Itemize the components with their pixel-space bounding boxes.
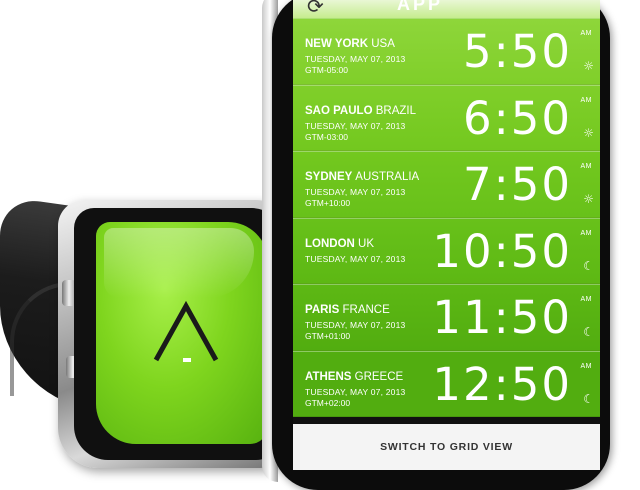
city-row[interactable]: PARIS FRANCE TUESDAY, MAY 07, 2013 GTM+01:… <box>293 284 600 351</box>
city-timezone: GTM+02:00 <box>305 397 351 408</box>
city-time: 12:50 <box>432 357 572 411</box>
city-date: TUESDAY, MAY 07, 2013 <box>305 187 406 197</box>
country-label: GREECE <box>354 370 404 383</box>
city-time: 5:50 <box>462 25 572 78</box>
city-list: NEW YORK USA TUESDAY, MAY 07, 2013 GTM-05:… <box>293 18 600 417</box>
city-date: TUESDAY, MAY 07, 2013 <box>305 120 406 131</box>
city-name: SAO PAULO BRAZIL <box>305 105 416 117</box>
moon-icon: ☾ <box>583 258 594 273</box>
city-time: 11:50 <box>432 291 572 344</box>
city-timezone: GTM+01:00 <box>305 331 351 341</box>
city-date: TUESDAY, MAY 07, 2013 <box>305 253 406 264</box>
city-row[interactable]: ATHENS GREECE TUESDAY, MAY 07, 2013 GTM+02… <box>293 350 600 417</box>
city-row[interactable]: NEW YORK USA TUESDAY, MAY 07, 2013 GTM-05:… <box>293 18 600 85</box>
city-name: ATHENS GREECE <box>305 371 403 383</box>
city-name: NEW YORK USA <box>305 38 395 50</box>
ampm-label: AM <box>580 362 592 370</box>
city-date: TUESDAY, MAY 07, 2013 <box>305 320 406 330</box>
city-label: NEW YORK <box>305 38 369 50</box>
country-label: AUSTRALIA <box>355 171 420 183</box>
city-label: PARIS <box>305 304 340 316</box>
city-row[interactable]: LONDON UK TUESDAY, MAY 07, 2013 10:50 AM ☾ <box>293 217 600 284</box>
ampm-label: AM <box>580 30 592 37</box>
city-row[interactable]: SYDNEY AUSTRALIA TUESDAY, MAY 07, 2013 GTM… <box>293 151 600 218</box>
sun-icon: ☼ <box>583 125 594 140</box>
country-label: USA <box>371 38 395 50</box>
city-time: 7:50 <box>462 158 572 211</box>
switch-to-grid-view-button[interactable]: SWITCH TO GRID VIEW <box>380 441 513 453</box>
city-timezone: GTM+10:00 <box>305 198 351 208</box>
ampm-label: AM <box>580 96 592 104</box>
city-time: 6:50 <box>462 91 572 145</box>
city-label: SYDNEY <box>305 171 353 183</box>
ampm-label: AM <box>580 163 592 170</box>
city-row[interactable]: SAO PAULO BRAZIL TUESDAY, MAY 07, 2013 GTM… <box>293 84 600 151</box>
city-timezone: GTM-05:00 <box>305 65 348 75</box>
watch-screen-glare <box>104 228 254 298</box>
refresh-icon[interactable]: ⟳ <box>307 0 324 18</box>
ampm-label: AM <box>580 229 592 237</box>
app-logo-icon <box>153 300 219 362</box>
city-timezone: GTM-03:00 <box>305 131 348 142</box>
city-date: TUESDAY, MAY 07, 2013 <box>305 386 406 397</box>
city-label: LONDON <box>305 237 355 250</box>
city-name: PARIS FRANCE <box>305 304 390 316</box>
city-name: SYDNEY AUSTRALIA <box>305 171 419 183</box>
moon-icon: ☾ <box>583 325 594 339</box>
city-label: SAO PAULO <box>305 104 373 117</box>
ampm-label: AM <box>580 296 592 303</box>
phone-screen: ⟳ APP NEW YORK USA TUESDAY, MAY 07, 2013 G… <box>293 0 600 470</box>
country-label: BRAZIL <box>375 104 416 117</box>
city-label: ATHENS <box>305 370 352 383</box>
country-label: UK <box>358 237 375 250</box>
city-date: TUESDAY, MAY 07, 2013 <box>305 54 406 64</box>
city-name: LONDON UK <box>305 238 374 250</box>
app-title: APP <box>397 0 444 14</box>
sun-icon: ☼ <box>583 192 594 206</box>
app-header: ⟳ APP <box>293 0 600 18</box>
country-label: FRANCE <box>342 304 390 316</box>
sun-icon: ☼ <box>583 59 594 73</box>
footer-bar: SWITCH TO GRID VIEW <box>293 424 600 470</box>
moon-icon: ☾ <box>583 391 594 406</box>
city-time: 10:50 <box>432 224 572 278</box>
